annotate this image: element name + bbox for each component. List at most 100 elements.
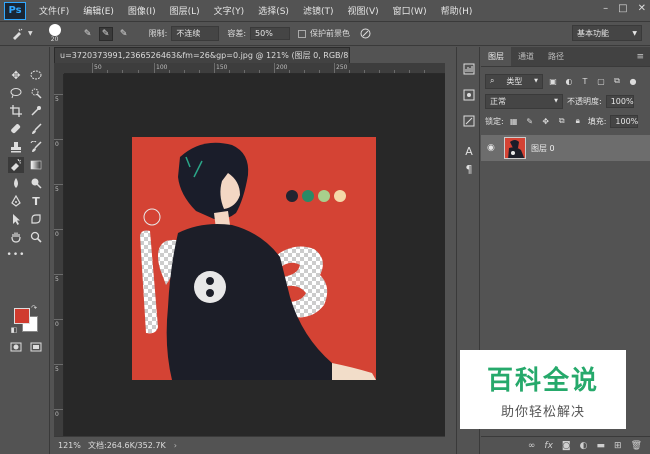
panel-menu-icon[interactable]: ≡ (636, 52, 644, 62)
menu-layer[interactable]: 图层(L) (163, 4, 207, 17)
menu-select[interactable]: 选择(S) (251, 4, 296, 17)
ruler-corner[interactable] (54, 63, 64, 74)
document-canvas[interactable] (132, 137, 376, 380)
lock-position-icon[interactable]: ✥ (540, 115, 552, 127)
filter-toggle-icon[interactable]: ● (627, 75, 639, 87)
shape-icon[interactable] (28, 211, 44, 227)
sample-continuous-icon[interactable]: ✎ (98, 26, 113, 41)
chevron-down-icon: ▼ (632, 29, 637, 37)
dodge-icon[interactable] (28, 175, 44, 191)
delete-layer-icon[interactable]: 🗑︎ (631, 441, 642, 451)
menu-type[interactable]: 文字(Y) (207, 4, 252, 17)
lock-image-icon[interactable]: ✎ (524, 115, 536, 127)
minimize-icon[interactable]: – (603, 3, 608, 14)
move-icon[interactable]: ✥ (8, 67, 24, 83)
lock-transparent-icon[interactable]: ▦ (508, 115, 520, 127)
brush-size-picker[interactable]: 20 (48, 24, 61, 43)
type-icon[interactable]: T (28, 193, 44, 209)
workspace-select[interactable]: 基本功能 ▼ (572, 25, 642, 41)
swap-colors-icon[interactable]: ↷ (30, 304, 38, 312)
blend-mode-select[interactable]: 正常 ▼ (485, 93, 563, 109)
fill-label: 填充: (587, 116, 607, 126)
adjustment-layer-icon[interactable]: ◐ (580, 441, 588, 451)
menu-file[interactable]: 文件(F) (32, 4, 76, 17)
brush-tip-icon (48, 24, 61, 36)
more-icon[interactable]: ••• (7, 247, 25, 263)
default-colors-icon[interactable]: ◧ (10, 326, 18, 334)
filter-adjustment-icon[interactable]: ◐ (563, 75, 575, 87)
magic-eraser-icon[interactable] (8, 157, 24, 173)
filter-shape-icon[interactable]: ▢ (595, 75, 607, 87)
brush-icon[interactable] (28, 121, 44, 137)
quick-mask-icon[interactable] (8, 339, 24, 355)
character-icon[interactable]: A (461, 143, 477, 159)
photoshop-logo: Ps (4, 1, 26, 20)
hand-icon[interactable] (8, 229, 24, 245)
add-mask-icon[interactable]: ◙ (562, 441, 571, 451)
link-layers-icon[interactable]: ∞ (528, 441, 536, 451)
lock-all-icon[interactable]: 🔒︎ (572, 115, 584, 127)
crop-icon[interactable] (8, 103, 24, 119)
history-brush-icon[interactable] (28, 139, 44, 155)
paragraph-icon[interactable]: ¶ (461, 161, 477, 177)
menu-help[interactable]: 帮助(H) (434, 4, 480, 17)
filter-pixel-icon[interactable]: ▣ (547, 75, 559, 87)
document-tab[interactable]: u=3720373991,2366526463&fm=26&gp=0.jpg @… (54, 47, 350, 63)
tab-layers[interactable]: 图层 (481, 47, 511, 66)
histogram-icon[interactable] (461, 61, 477, 77)
menu-image[interactable]: 图像(I) (121, 4, 163, 17)
sample-once-icon[interactable]: ✎ (81, 27, 95, 41)
menu-edit[interactable]: 编辑(E) (76, 4, 121, 17)
vertical-ruler[interactable]: 5 0 5 0 5 0 5 0 (54, 74, 64, 436)
quick-select-icon[interactable] (28, 85, 44, 101)
chevron-down-icon: ▼ (28, 30, 33, 37)
pen-icon[interactable] (8, 193, 24, 209)
tab-paths[interactable]: 路径 (541, 47, 571, 66)
opacity-label: 不透明度: (567, 96, 602, 106)
eyedropper-icon[interactable] (28, 103, 44, 119)
new-layer-icon[interactable]: ⊞ (614, 441, 622, 451)
filter-kind-label: 类型 (506, 76, 523, 86)
marquee-icon[interactable] (28, 67, 44, 83)
tolerance-input[interactable]: 50% (250, 27, 291, 40)
lasso-icon[interactable] (8, 85, 24, 101)
zoom-level[interactable]: 121% (54, 441, 88, 450)
path-select-icon[interactable] (8, 211, 24, 227)
protect-foreground-checkbox[interactable]: 保护前景色 (298, 28, 350, 39)
menu-filter[interactable]: 滤镜(T) (296, 4, 341, 17)
chevron-right-icon[interactable]: › (174, 441, 177, 450)
close-icon[interactable]: ✕ (638, 3, 646, 14)
healing-icon[interactable] (8, 121, 24, 137)
lock-artboard-icon[interactable]: ⧉ (556, 115, 568, 127)
tolerance-label: 容差: (227, 29, 247, 38)
menu-view[interactable]: 视图(V) (340, 4, 385, 17)
filter-type-icon[interactable]: T (579, 75, 591, 87)
opacity-input[interactable]: 100% (605, 94, 634, 108)
layer-style-icon[interactable]: fx (544, 441, 553, 451)
canvas-area[interactable] (64, 74, 445, 436)
sample-background-icon[interactable]: ✎ (117, 27, 131, 41)
menu-window[interactable]: 窗口(W) (386, 4, 434, 17)
maximize-icon[interactable]: □ (618, 3, 627, 14)
ruler-label: 0 (55, 231, 59, 238)
blur-icon[interactable] (8, 175, 24, 191)
navigator-icon[interactable] (461, 113, 477, 129)
pressure-icon[interactable] (358, 27, 372, 41)
horizontal-ruler[interactable]: 50 100 150 200 250 (64, 63, 445, 74)
filter-kind-select[interactable]: ⌕ 类型 ▼ (485, 73, 543, 89)
layer-row[interactable]: ◉ 图层 0 (481, 135, 650, 161)
info-icon[interactable] (461, 87, 477, 103)
tool-preset-picker[interactable]: ▼ (10, 27, 33, 41)
protect-foreground-label: 保护前景色 (310, 29, 351, 38)
zoom-icon[interactable] (28, 229, 44, 245)
filter-smart-object-icon[interactable]: ⧉ (611, 75, 623, 87)
screen-mode-icon[interactable] (28, 339, 44, 355)
gradient-icon[interactable] (28, 157, 44, 173)
stamp-icon[interactable] (8, 139, 24, 155)
tab-channels[interactable]: 通道 (511, 47, 541, 66)
new-group-icon[interactable]: ▬ (597, 441, 606, 451)
limit-select[interactable]: 不连续 (171, 26, 220, 41)
foreground-color-swatch[interactable] (14, 308, 30, 324)
eye-icon[interactable]: ◉ (487, 143, 499, 153)
fill-input[interactable]: 100% (610, 114, 639, 128)
